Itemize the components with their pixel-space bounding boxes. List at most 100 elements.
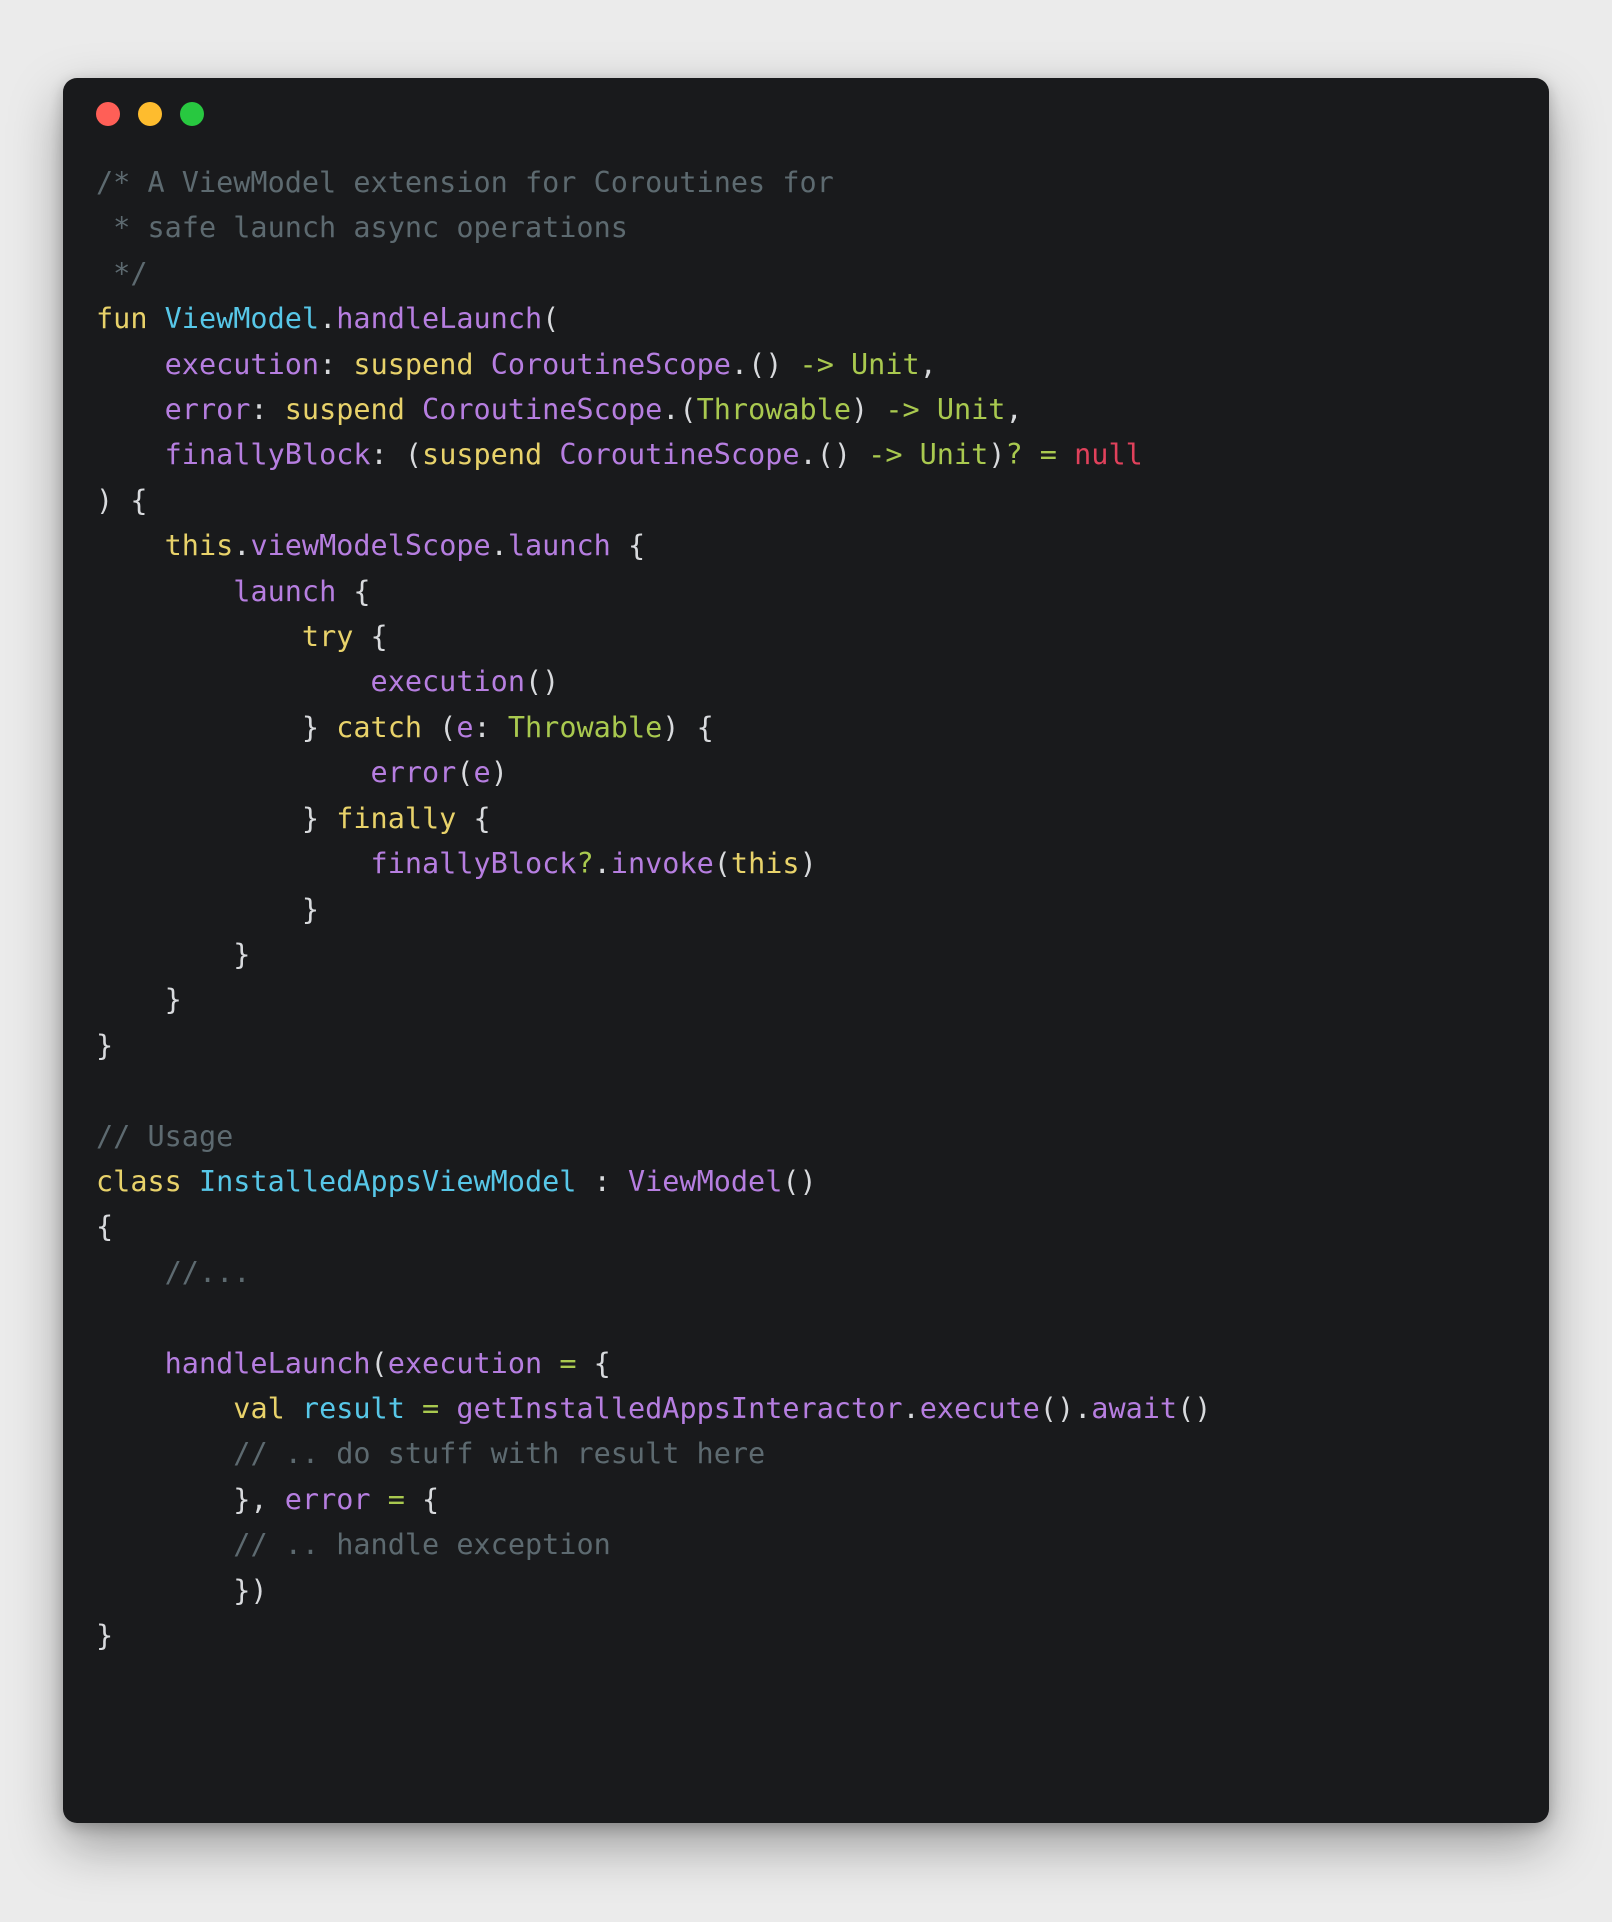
code-token: val: [233, 1391, 302, 1425]
code-line: }: [96, 977, 1549, 1022]
code-token: .: [593, 847, 611, 881]
code-token: handleLaunch: [336, 302, 543, 336]
code-token: ): [490, 756, 508, 790]
code-token: ): [799, 847, 817, 881]
code-line: this.viewModelScope.launch {: [96, 523, 1549, 568]
code-token: handleLaunch: [164, 1346, 371, 1380]
code-token: :: [576, 1164, 628, 1198]
code-token: }: [96, 1028, 114, 1062]
code-token: launch: [233, 574, 337, 608]
code-line: // Usage: [96, 1114, 1549, 1159]
code-token: ?: [1005, 438, 1023, 472]
code-token: this: [730, 847, 800, 881]
code-line: // .. handle exception: [96, 1522, 1549, 1567]
page-background: /* A ViewModel extension for Coroutines …: [0, 0, 1612, 1922]
code-token: =: [1039, 438, 1057, 472]
code-token: ?: [576, 847, 594, 881]
window-titlebar: [63, 78, 1549, 150]
code-token: error: [370, 756, 457, 790]
code-token: //...: [164, 1255, 251, 1289]
code-token: CoroutineScope: [559, 438, 800, 472]
code-line: */: [96, 251, 1549, 296]
code-line: try {: [96, 614, 1549, 659]
code-token: // Usage: [96, 1119, 234, 1153]
code-line: }: [96, 1023, 1549, 1068]
code-token: ): [851, 393, 886, 427]
code-token: execution: [164, 347, 320, 381]
code-token: {: [336, 574, 371, 608]
code-token: :: [319, 347, 354, 381]
code-token: finallyBlock: [370, 847, 577, 881]
code-token: .: [319, 302, 337, 336]
code-token: * safe launch async operations: [96, 211, 628, 245]
code-token: viewModelScope: [250, 529, 491, 563]
code-token: (: [422, 710, 457, 744]
code-token: ViewModel: [164, 302, 320, 336]
code-block[interactable]: /* A ViewModel extension for Coroutines …: [63, 150, 1549, 1658]
code-token: -> Unit: [799, 347, 920, 381]
code-token: }: [96, 1619, 114, 1652]
code-token: (): [524, 665, 560, 699]
code-line: }, error = {: [96, 1477, 1549, 1522]
code-line: } catch (e: Throwable) {: [96, 705, 1549, 750]
code-token: }: [96, 983, 182, 1017]
code-line: launch {: [96, 569, 1549, 614]
code-token: launch: [507, 529, 611, 563]
code-token: error: [284, 1482, 371, 1516]
code-token: (): [782, 1164, 817, 1198]
code-token: {: [576, 1346, 611, 1380]
code-token: error: [164, 393, 251, 427]
code-token: execution: [370, 665, 525, 699]
code-line: error(e): [96, 750, 1549, 795]
code-line: //...: [96, 1250, 1549, 1295]
code-line: }: [96, 932, 1549, 977]
code-token: .(: [662, 393, 697, 427]
code-token: .(): [799, 438, 869, 472]
maximize-button[interactable]: [180, 102, 204, 126]
code-token: suspend: [353, 347, 491, 381]
code-token: CoroutineScope: [422, 393, 663, 427]
code-token: suspend: [284, 393, 423, 427]
code-token: fun: [96, 302, 165, 336]
code-token: {: [96, 1210, 114, 1244]
code-token: (): [1177, 1391, 1212, 1425]
code-token: Throwable: [696, 393, 852, 427]
code-window: /* A ViewModel extension for Coroutines …: [63, 78, 1549, 1823]
code-line: }: [96, 1613, 1549, 1658]
code-line: }: [96, 887, 1549, 932]
minimize-button[interactable]: [138, 102, 162, 126]
code-token: .: [902, 1391, 920, 1425]
code-token: getInstalledAppsInteractor: [456, 1391, 903, 1425]
code-token: }: [96, 710, 337, 744]
code-token: this: [164, 529, 234, 563]
code-token: invoke: [610, 847, 714, 881]
code-token: =: [422, 1391, 440, 1425]
code-token: e: [473, 756, 491, 790]
code-token: ().: [1039, 1391, 1092, 1425]
code-line: {: [96, 1204, 1549, 1249]
code-line: fun ViewModel.handleLaunch(: [96, 296, 1549, 341]
close-button[interactable]: [96, 102, 120, 126]
code-token: : (: [370, 438, 423, 472]
code-token: // .. do stuff with result here: [233, 1437, 766, 1471]
code-token: InstalledAppsViewModel: [198, 1164, 577, 1198]
code-token: ): [988, 438, 1006, 472]
code-line: execution: suspend CoroutineScope.() -> …: [96, 342, 1549, 387]
code-token: CoroutineScope: [490, 347, 731, 381]
code-token: =: [559, 1346, 577, 1380]
